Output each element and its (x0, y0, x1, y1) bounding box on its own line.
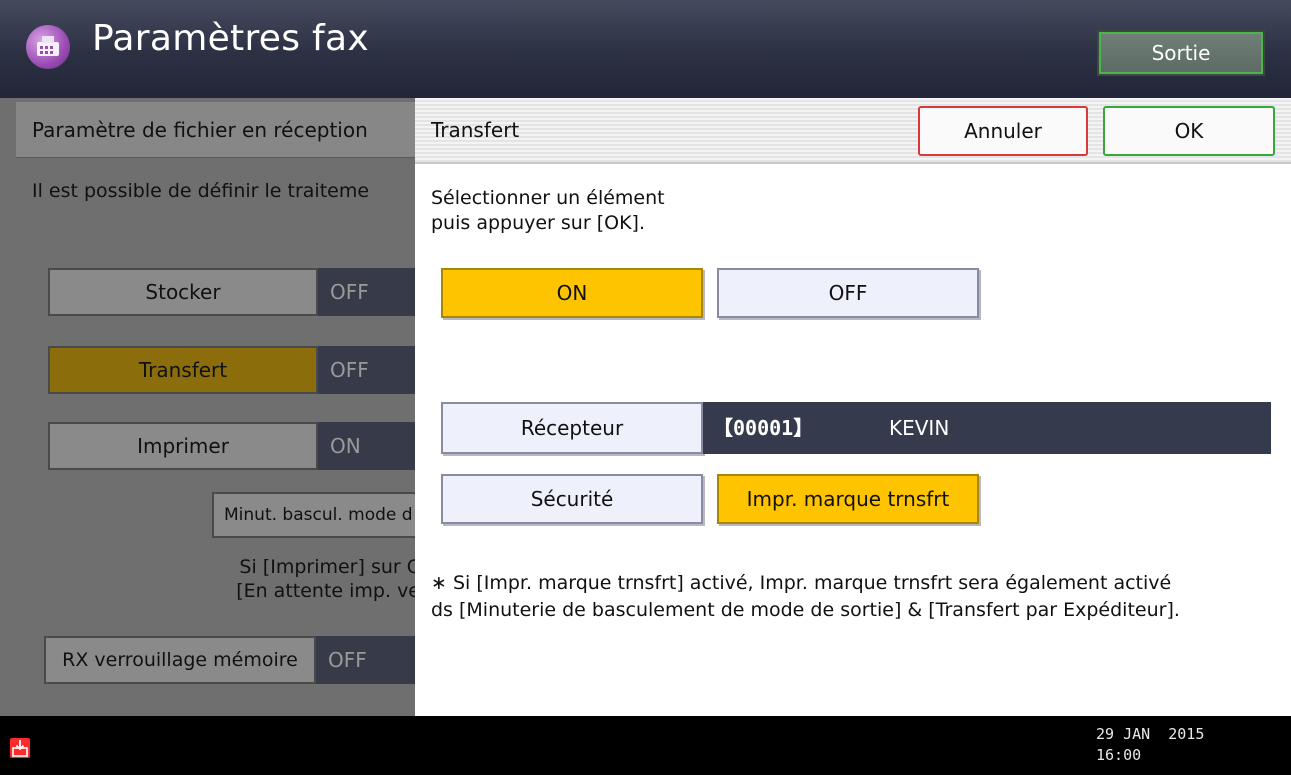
stamp-note-line2: ds [Minuterie de basculement de mode de … (431, 599, 1180, 621)
stamp-note: ∗ Si [Impr. marque trnsfrt] activé, Impr… (431, 570, 1180, 624)
dialog-title: Transfert (431, 118, 520, 142)
page-title: Paramètres fax (92, 18, 369, 59)
inbox-alert-icon[interactable] (10, 738, 30, 758)
receiver-number: 【00001】 (713, 416, 814, 440)
date-text: 29 JAN 2015 (1096, 725, 1205, 743)
cancel-button[interactable]: Annuler (918, 106, 1088, 156)
on-option-button[interactable]: ON (441, 268, 703, 318)
background-panel-title: Paramètre de fichier en réception (16, 102, 420, 158)
receiver-display: 【00001】 KEVIN (703, 402, 1271, 454)
instruction-line2: puis appuyer sur [OK]. (431, 212, 645, 234)
store-button[interactable]: Stocker (48, 268, 318, 316)
store-status: OFF (318, 268, 420, 316)
transfer-stamp-button[interactable]: Impr. marque trnsfrt (717, 474, 979, 524)
print-status: ON (318, 422, 420, 470)
memory-lock-rx-status: OFF (316, 636, 420, 684)
security-button[interactable]: Sécurité (441, 474, 703, 524)
background-panel-description: Il est possible de définir le traiteme (32, 180, 370, 202)
transfer-status: OFF (318, 346, 420, 394)
print-button[interactable]: Imprimer (48, 422, 318, 470)
transfer-button[interactable]: Transfert (48, 346, 318, 394)
print-note-line2: [En attente imp. ve (236, 580, 420, 602)
date-time: 29 JAN 2015 16:00 (1096, 724, 1204, 766)
fax-icon (26, 25, 70, 69)
receiver-button[interactable]: Récepteur (441, 402, 703, 454)
instruction-line1: Sélectionner un élément (431, 187, 665, 209)
dialog-titlebar: Transfert Annuler OK (415, 98, 1291, 164)
output-mode-timer-button[interactable]: Minut. bascul. mode d (212, 492, 420, 538)
print-note-line1: Si [Imprimer] sur C (239, 556, 420, 578)
time-text: 16:00 (1096, 746, 1142, 764)
stamp-note-line1: ∗ Si [Impr. marque trnsfrt] activé, Impr… (431, 572, 1172, 594)
memory-lock-rx-button[interactable]: RX verrouillage mémoire (44, 636, 316, 684)
off-option-button[interactable]: OFF (717, 268, 979, 318)
status-bar: 29 JAN 2015 16:00 (0, 716, 1291, 775)
exit-button[interactable]: Sortie (1097, 30, 1265, 76)
ok-button[interactable]: OK (1103, 106, 1275, 156)
receiver-name: KEVIN (889, 416, 950, 440)
instruction-text: Sélectionner un élément puis appuyer sur… (431, 186, 665, 236)
transfer-dialog: Transfert Annuler OK Sélectionner un élé… (415, 98, 1291, 716)
header-bar: Paramètres fax Sortie (0, 0, 1291, 98)
